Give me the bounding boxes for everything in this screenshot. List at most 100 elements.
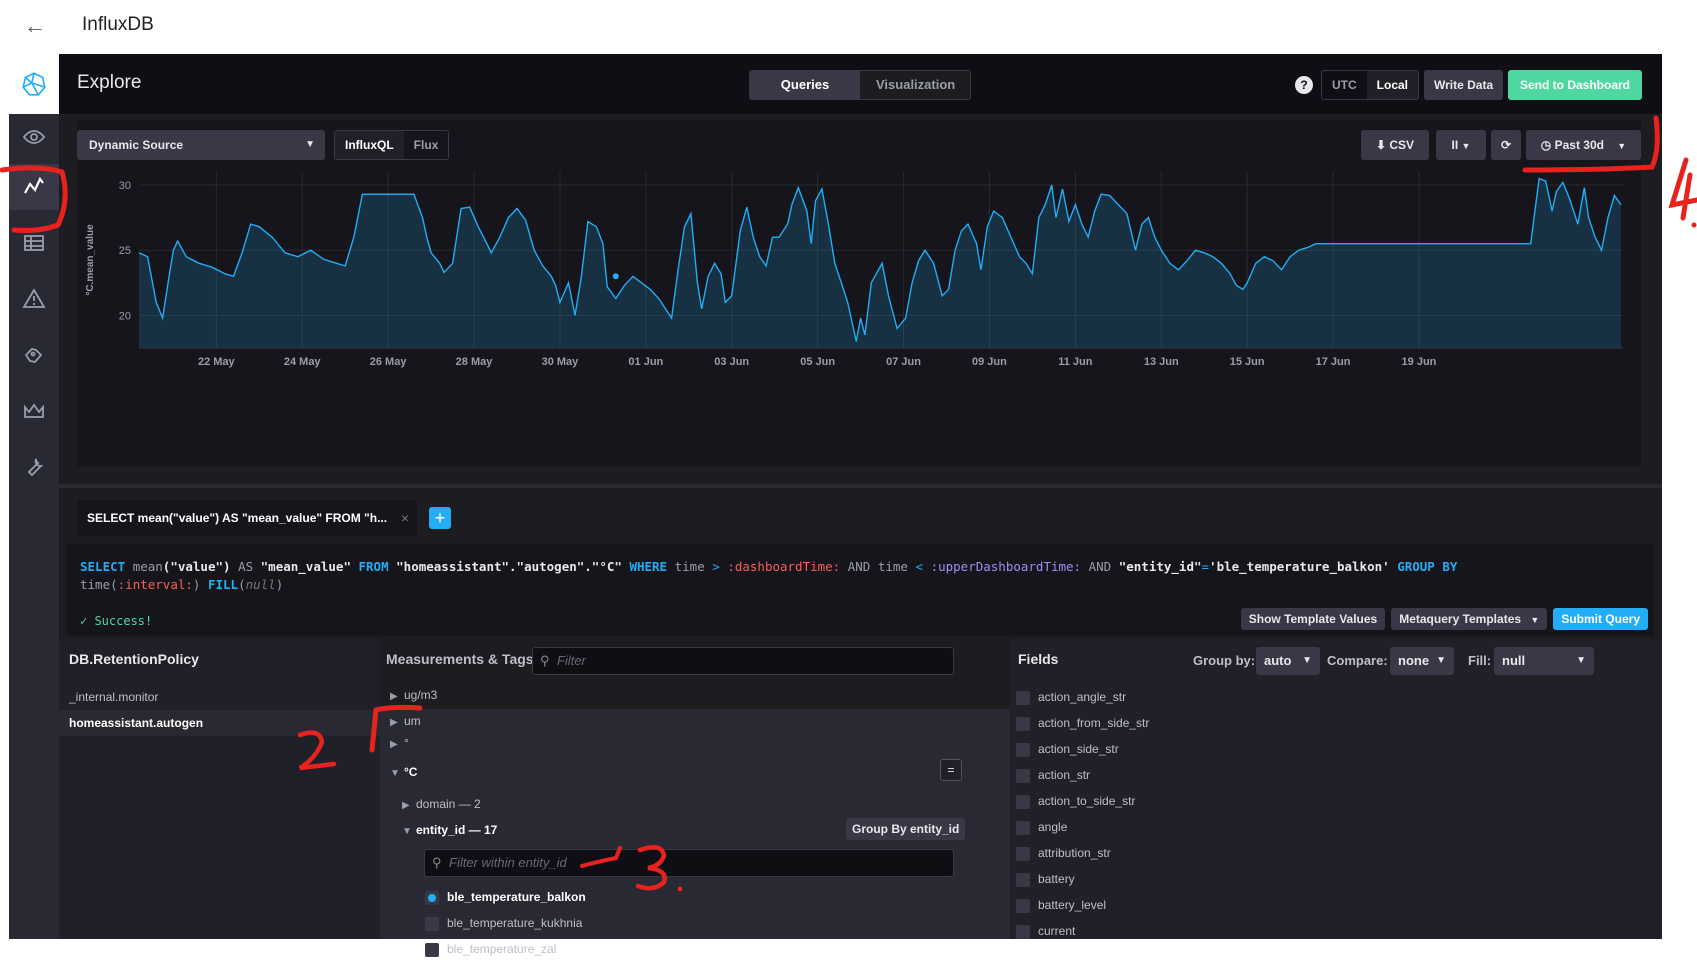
entity-filter-input[interactable]: ⚲ Filter within entity_id	[424, 849, 954, 877]
db-item[interactable]: _internal.monitor	[59, 684, 380, 710]
x-tick-label: 11 Jun	[1058, 356, 1093, 368]
field-item[interactable]: current	[1016, 918, 1075, 944]
metaquery-templates-dropdown[interactable]: Metaquery Templates ▼	[1391, 608, 1548, 630]
kw-where: WHERE	[629, 559, 668, 574]
query-text[interactable]: SELECT mean("value") AS "mean_value" FRO…	[80, 558, 1520, 594]
field-item[interactable]: action_angle_str	[1016, 684, 1126, 710]
tab-queries[interactable]: Queries	[750, 71, 860, 99]
fn-time: time(	[80, 577, 118, 592]
chevron-down-icon: ▼	[1530, 615, 1540, 625]
editor-buttons: Show Template Values Metaquery Templates…	[1240, 608, 1648, 630]
back-arrow-icon[interactable]: ←	[20, 12, 50, 42]
query-tab[interactable]: SELECT mean("value") AS "mean_value" FRO…	[77, 500, 417, 536]
close-icon[interactable]: ×	[401, 500, 409, 536]
field-label: action_from_side_str	[1038, 716, 1150, 730]
csv-button[interactable]: ⬇ CSV	[1361, 130, 1429, 160]
checkbox[interactable]	[1016, 794, 1030, 809]
line-chart[interactable]: 30 25 20 22 May 24 May 26 May 28 May 30 May 01 J…	[77, 160, 1641, 390]
checkbox[interactable]	[1016, 742, 1030, 757]
checkbox[interactable]	[1016, 872, 1030, 887]
measurement-item[interactable]: ▶ °	[390, 733, 409, 753]
explore-graph-icon[interactable]	[9, 164, 59, 210]
refresh-icon[interactable]: ⟳	[1491, 130, 1521, 160]
tag-value-item[interactable]: ble_temperature_kukhnia	[425, 910, 582, 936]
wrench-icon[interactable]	[9, 444, 59, 490]
db-column: DB.RetentionPolicy _internal.monitor hom…	[59, 639, 380, 939]
measurement-item[interactable]: ▶ ug/m3	[390, 682, 437, 708]
checkbox[interactable]	[1016, 924, 1030, 939]
checkbox[interactable]	[1016, 820, 1030, 835]
tag-key-domain[interactable]: ▶ domain — 2	[402, 791, 481, 817]
metaquery-label: Metaquery Templates	[1399, 612, 1522, 626]
influxdb-logo-icon[interactable]	[9, 54, 59, 114]
checkbox[interactable]	[425, 942, 439, 957]
field-label: action_angle_str	[1038, 690, 1127, 704]
group-by-select[interactable]: auto ▼	[1256, 647, 1320, 675]
measurement-options-button[interactable]: =	[940, 759, 962, 781]
select-value: null	[1502, 653, 1526, 668]
write-data-button[interactable]: Write Data	[1424, 70, 1504, 100]
source-label: Dynamic Source	[89, 138, 184, 152]
pause-button[interactable]: II ▼	[1436, 130, 1486, 160]
x-tick-label: 17 Jun	[1316, 356, 1351, 368]
measurement-label: um	[404, 714, 421, 728]
table-icon[interactable]	[9, 220, 59, 266]
check-icon: ✓	[80, 614, 95, 628]
filter-placeholder: Filter	[557, 653, 586, 668]
field-item[interactable]: action_side_str	[1016, 736, 1119, 762]
influxql-button[interactable]: InfluxQL	[335, 131, 404, 159]
field-item[interactable]: angle	[1016, 814, 1067, 840]
flux-button[interactable]: Flux	[404, 131, 449, 159]
checkbox[interactable]	[425, 916, 439, 931]
field-item[interactable]: attribution_str	[1016, 840, 1111, 866]
help-icon[interactable]: ?	[1295, 76, 1313, 94]
x-tick-label: 26 May	[370, 356, 408, 368]
tz-utc-button[interactable]: UTC	[1322, 71, 1367, 99]
tag-value-item[interactable]: ble_temperature_balkon	[425, 884, 586, 910]
wrench-puzzle-icon[interactable]	[9, 332, 59, 378]
op-gt: >	[712, 559, 720, 574]
submit-query-button[interactable]: Submit Query	[1553, 608, 1648, 630]
fill-select[interactable]: null ▼	[1494, 647, 1594, 675]
tag-key-entity-id[interactable]: ▼ entity_id — 17	[402, 817, 497, 843]
eye-icon[interactable]	[9, 114, 59, 160]
tab-visualization[interactable]: Visualization	[860, 71, 970, 99]
checkbox[interactable]	[1016, 716, 1030, 731]
checkbox[interactable]	[1016, 690, 1030, 705]
crown-icon[interactable]	[9, 388, 59, 434]
field-item[interactable]: action_str	[1016, 762, 1090, 788]
db-item-selected[interactable]: homeassistant.autogen	[59, 710, 380, 736]
query-editor[interactable]: SELECT mean("value") AS "mean_value" FRO…	[67, 544, 1654, 636]
field-item[interactable]: battery	[1016, 866, 1075, 892]
checkbox[interactable]	[425, 890, 439, 905]
tz-local-button[interactable]: Local	[1366, 71, 1419, 99]
checkbox[interactable]	[1016, 768, 1030, 783]
checkbox[interactable]	[1016, 898, 1030, 913]
field-item[interactable]: battery_level	[1016, 892, 1106, 918]
send-to-dashboard-button[interactable]: Send to Dashboard	[1508, 70, 1643, 100]
alert-icon[interactable]	[9, 276, 59, 322]
source-dropdown[interactable]: Dynamic Source ▼	[77, 130, 325, 160]
field-label: action_side_str	[1038, 742, 1119, 756]
page-header: Explore Queries Visualization ? UTC Loca…	[59, 54, 1662, 114]
group-by-entity-button[interactable]: Group By entity_id	[846, 818, 966, 840]
compare-select[interactable]: none ▼	[1390, 647, 1454, 675]
field-item[interactable]: action_from_side_str	[1016, 710, 1149, 736]
page-title: Explore	[77, 72, 142, 93]
measurement-label: ug/m3	[404, 688, 438, 702]
checkbox[interactable]	[1016, 846, 1030, 861]
measurement-item-selected[interactable]: ▼ °C	[390, 759, 417, 785]
status-text: Success!	[94, 614, 153, 628]
show-template-values-button[interactable]: Show Template Values	[1240, 608, 1386, 630]
op-lt: <	[915, 559, 924, 574]
measurement-item[interactable]: ▶ um	[390, 708, 421, 734]
tag-value-label: ble_temperature_kukhnia	[447, 916, 583, 930]
time-range-dropdown[interactable]: ◷ Past 30d ▼	[1526, 130, 1641, 160]
field-item[interactable]: action_to_side_str	[1016, 788, 1135, 814]
measurement-label: °	[404, 736, 409, 750]
measurements-filter-input[interactable]: ⚲ Filter	[532, 647, 954, 675]
panel-divider[interactable]	[59, 484, 1662, 488]
add-query-button[interactable]: +	[429, 507, 451, 529]
paren: )	[275, 577, 284, 592]
window-edge	[0, 54, 9, 939]
